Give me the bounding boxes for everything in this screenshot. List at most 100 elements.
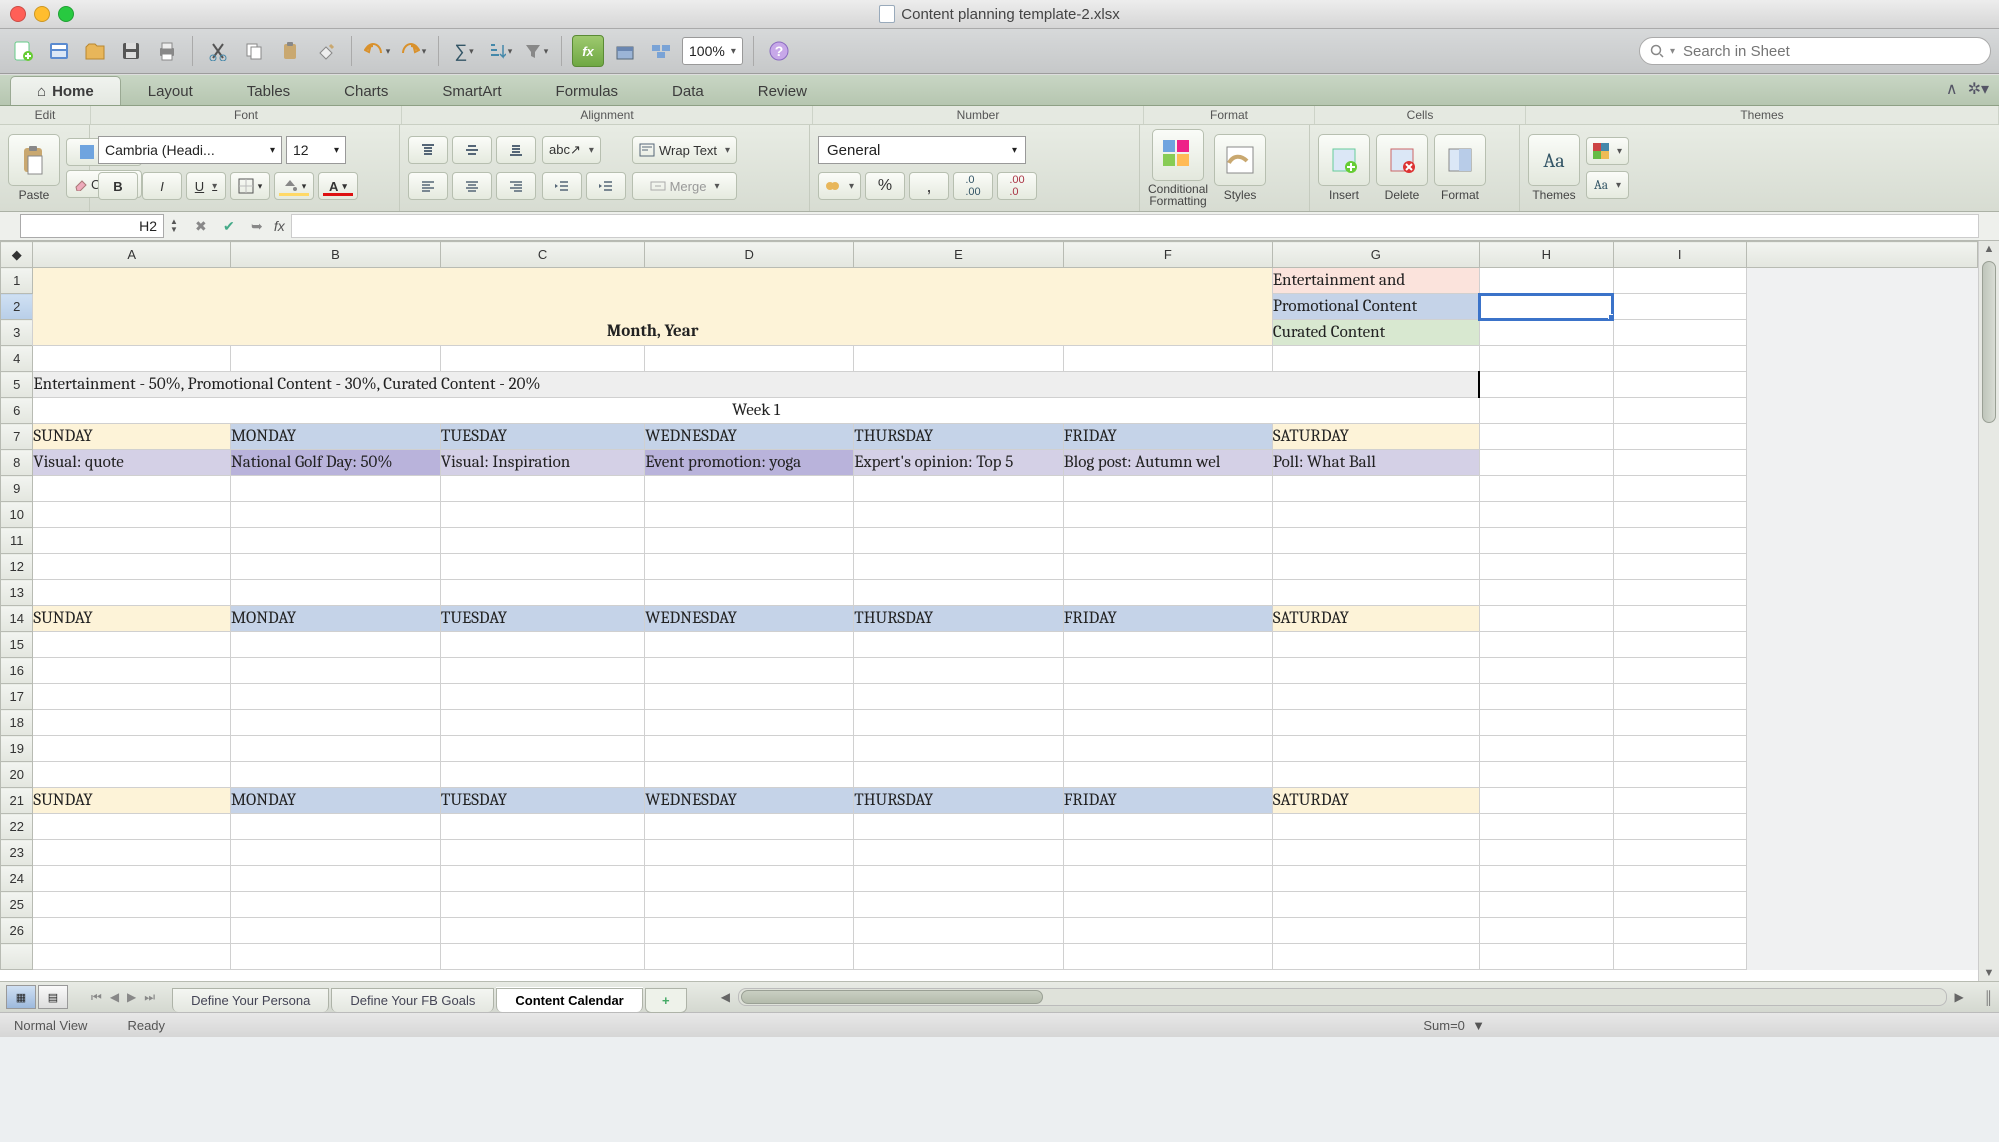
cell[interactable] bbox=[1613, 398, 1746, 424]
cell[interactable] bbox=[645, 866, 854, 892]
cell[interactable] bbox=[1063, 710, 1272, 736]
cell[interactable] bbox=[1479, 710, 1613, 736]
scroll-left-icon[interactable]: ◀ bbox=[717, 990, 734, 1004]
cell[interactable] bbox=[645, 918, 854, 944]
cell[interactable] bbox=[645, 502, 854, 528]
cut-icon[interactable] bbox=[203, 36, 233, 66]
ribbon-tab-formulas[interactable]: Formulas bbox=[529, 76, 646, 105]
percent-button[interactable]: % bbox=[865, 172, 905, 200]
cell[interactable] bbox=[1272, 762, 1479, 788]
row-header[interactable] bbox=[1, 944, 33, 970]
cell[interactable] bbox=[854, 710, 1064, 736]
cell[interactable] bbox=[1479, 346, 1613, 372]
day-header[interactable]: THURSDAY bbox=[854, 788, 1064, 814]
cell[interactable] bbox=[230, 684, 440, 710]
day-header[interactable]: SUNDAY bbox=[33, 606, 231, 632]
first-sheet-icon[interactable]: ⏮ bbox=[88, 988, 105, 1007]
cell[interactable] bbox=[1613, 762, 1746, 788]
cell[interactable] bbox=[1479, 892, 1613, 918]
cell[interactable] bbox=[33, 528, 231, 554]
row-header[interactable]: 20 bbox=[1, 762, 33, 788]
font-size-selector[interactable]: 12▾ bbox=[286, 136, 346, 164]
cell[interactable] bbox=[1613, 788, 1746, 814]
align-top-button[interactable] bbox=[408, 136, 448, 164]
row-header[interactable]: 24 bbox=[1, 866, 33, 892]
media-browser-icon[interactable] bbox=[646, 36, 676, 66]
prev-sheet-icon[interactable]: ◀ bbox=[107, 988, 122, 1007]
cell[interactable] bbox=[33, 762, 231, 788]
cell[interactable] bbox=[1613, 840, 1746, 866]
cell[interactable] bbox=[1272, 346, 1479, 372]
name-box-stepper[interactable]: ▲▼ bbox=[170, 218, 178, 234]
add-sheet-button[interactable]: + bbox=[645, 988, 687, 1013]
day-header[interactable]: SATURDAY bbox=[1272, 606, 1479, 632]
cell[interactable] bbox=[33, 736, 231, 762]
cell[interactable] bbox=[1272, 632, 1479, 658]
day-header[interactable]: FRIDAY bbox=[1063, 606, 1272, 632]
cell[interactable] bbox=[1063, 684, 1272, 710]
row-header[interactable]: 12 bbox=[1, 554, 33, 580]
cell[interactable] bbox=[645, 632, 854, 658]
cell[interactable] bbox=[645, 554, 854, 580]
cell[interactable] bbox=[1063, 528, 1272, 554]
day-header[interactable]: SUNDAY bbox=[33, 424, 231, 450]
cell[interactable] bbox=[645, 476, 854, 502]
cell[interactable] bbox=[854, 814, 1064, 840]
cell[interactable] bbox=[33, 658, 231, 684]
cell[interactable] bbox=[645, 736, 854, 762]
cell[interactable] bbox=[645, 528, 854, 554]
row-header[interactable]: 11 bbox=[1, 528, 33, 554]
hscroll-track[interactable] bbox=[738, 988, 1947, 1006]
content-cell[interactable]: Visual: quote bbox=[33, 450, 231, 476]
cell[interactable] bbox=[1613, 268, 1746, 294]
italic-button[interactable]: I bbox=[142, 172, 182, 200]
cell[interactable] bbox=[1479, 320, 1613, 346]
cell[interactable] bbox=[1479, 398, 1613, 424]
vertical-scrollbar[interactable]: ▲ ▼ bbox=[1978, 241, 1999, 981]
row-header[interactable]: 1 bbox=[1, 268, 33, 294]
cell[interactable] bbox=[854, 840, 1064, 866]
paste-icon[interactable] bbox=[275, 36, 305, 66]
cell[interactable] bbox=[1063, 580, 1272, 606]
cell[interactable] bbox=[1063, 944, 1272, 970]
cell[interactable] bbox=[1613, 710, 1746, 736]
cell[interactable] bbox=[1063, 346, 1272, 372]
cell[interactable] bbox=[854, 762, 1064, 788]
decrease-decimal-button[interactable]: .00.0 bbox=[997, 172, 1037, 200]
search-in-sheet[interactable]: ▾ bbox=[1639, 37, 1991, 65]
merge-button[interactable]: Merge bbox=[632, 172, 737, 200]
cell[interactable] bbox=[1272, 814, 1479, 840]
align-middle-button[interactable] bbox=[452, 136, 492, 164]
row-header[interactable]: 14 bbox=[1, 606, 33, 632]
vscroll-thumb[interactable] bbox=[1982, 261, 1996, 423]
fx-insert-icon[interactable]: ➥ bbox=[246, 215, 268, 237]
cell[interactable] bbox=[1613, 554, 1746, 580]
row-header[interactable]: 7 bbox=[1, 424, 33, 450]
cell[interactable] bbox=[1613, 372, 1746, 398]
styles-button[interactable] bbox=[1214, 134, 1266, 186]
align-bottom-button[interactable] bbox=[496, 136, 536, 164]
col-header[interactable]: D bbox=[645, 242, 854, 268]
cell[interactable] bbox=[33, 684, 231, 710]
conditional-formatting-button[interactable] bbox=[1152, 129, 1204, 181]
cell[interactable] bbox=[854, 476, 1064, 502]
cell[interactable] bbox=[854, 892, 1064, 918]
cell[interactable] bbox=[33, 632, 231, 658]
row-header[interactable]: 25 bbox=[1, 892, 33, 918]
row-header[interactable]: 10 bbox=[1, 502, 33, 528]
cell[interactable] bbox=[1479, 268, 1613, 294]
cell[interactable] bbox=[854, 736, 1064, 762]
cell[interactable] bbox=[440, 346, 644, 372]
cell[interactable] bbox=[1613, 814, 1746, 840]
day-header[interactable]: MONDAY bbox=[230, 606, 440, 632]
row-header[interactable]: 18 bbox=[1, 710, 33, 736]
ribbon-tab-home[interactable]: ⌂Home bbox=[10, 76, 121, 105]
toolbox-icon[interactable] bbox=[610, 36, 640, 66]
align-right-button[interactable] bbox=[496, 172, 536, 200]
fill-color-button[interactable]: ▾ bbox=[274, 172, 314, 200]
font-name-selector[interactable]: Cambria (Headi...▾ bbox=[98, 136, 282, 164]
cell[interactable] bbox=[1063, 554, 1272, 580]
col-header[interactable]: A bbox=[33, 242, 231, 268]
ribbon-tab-data[interactable]: Data bbox=[645, 76, 731, 105]
day-header[interactable]: MONDAY bbox=[230, 424, 440, 450]
